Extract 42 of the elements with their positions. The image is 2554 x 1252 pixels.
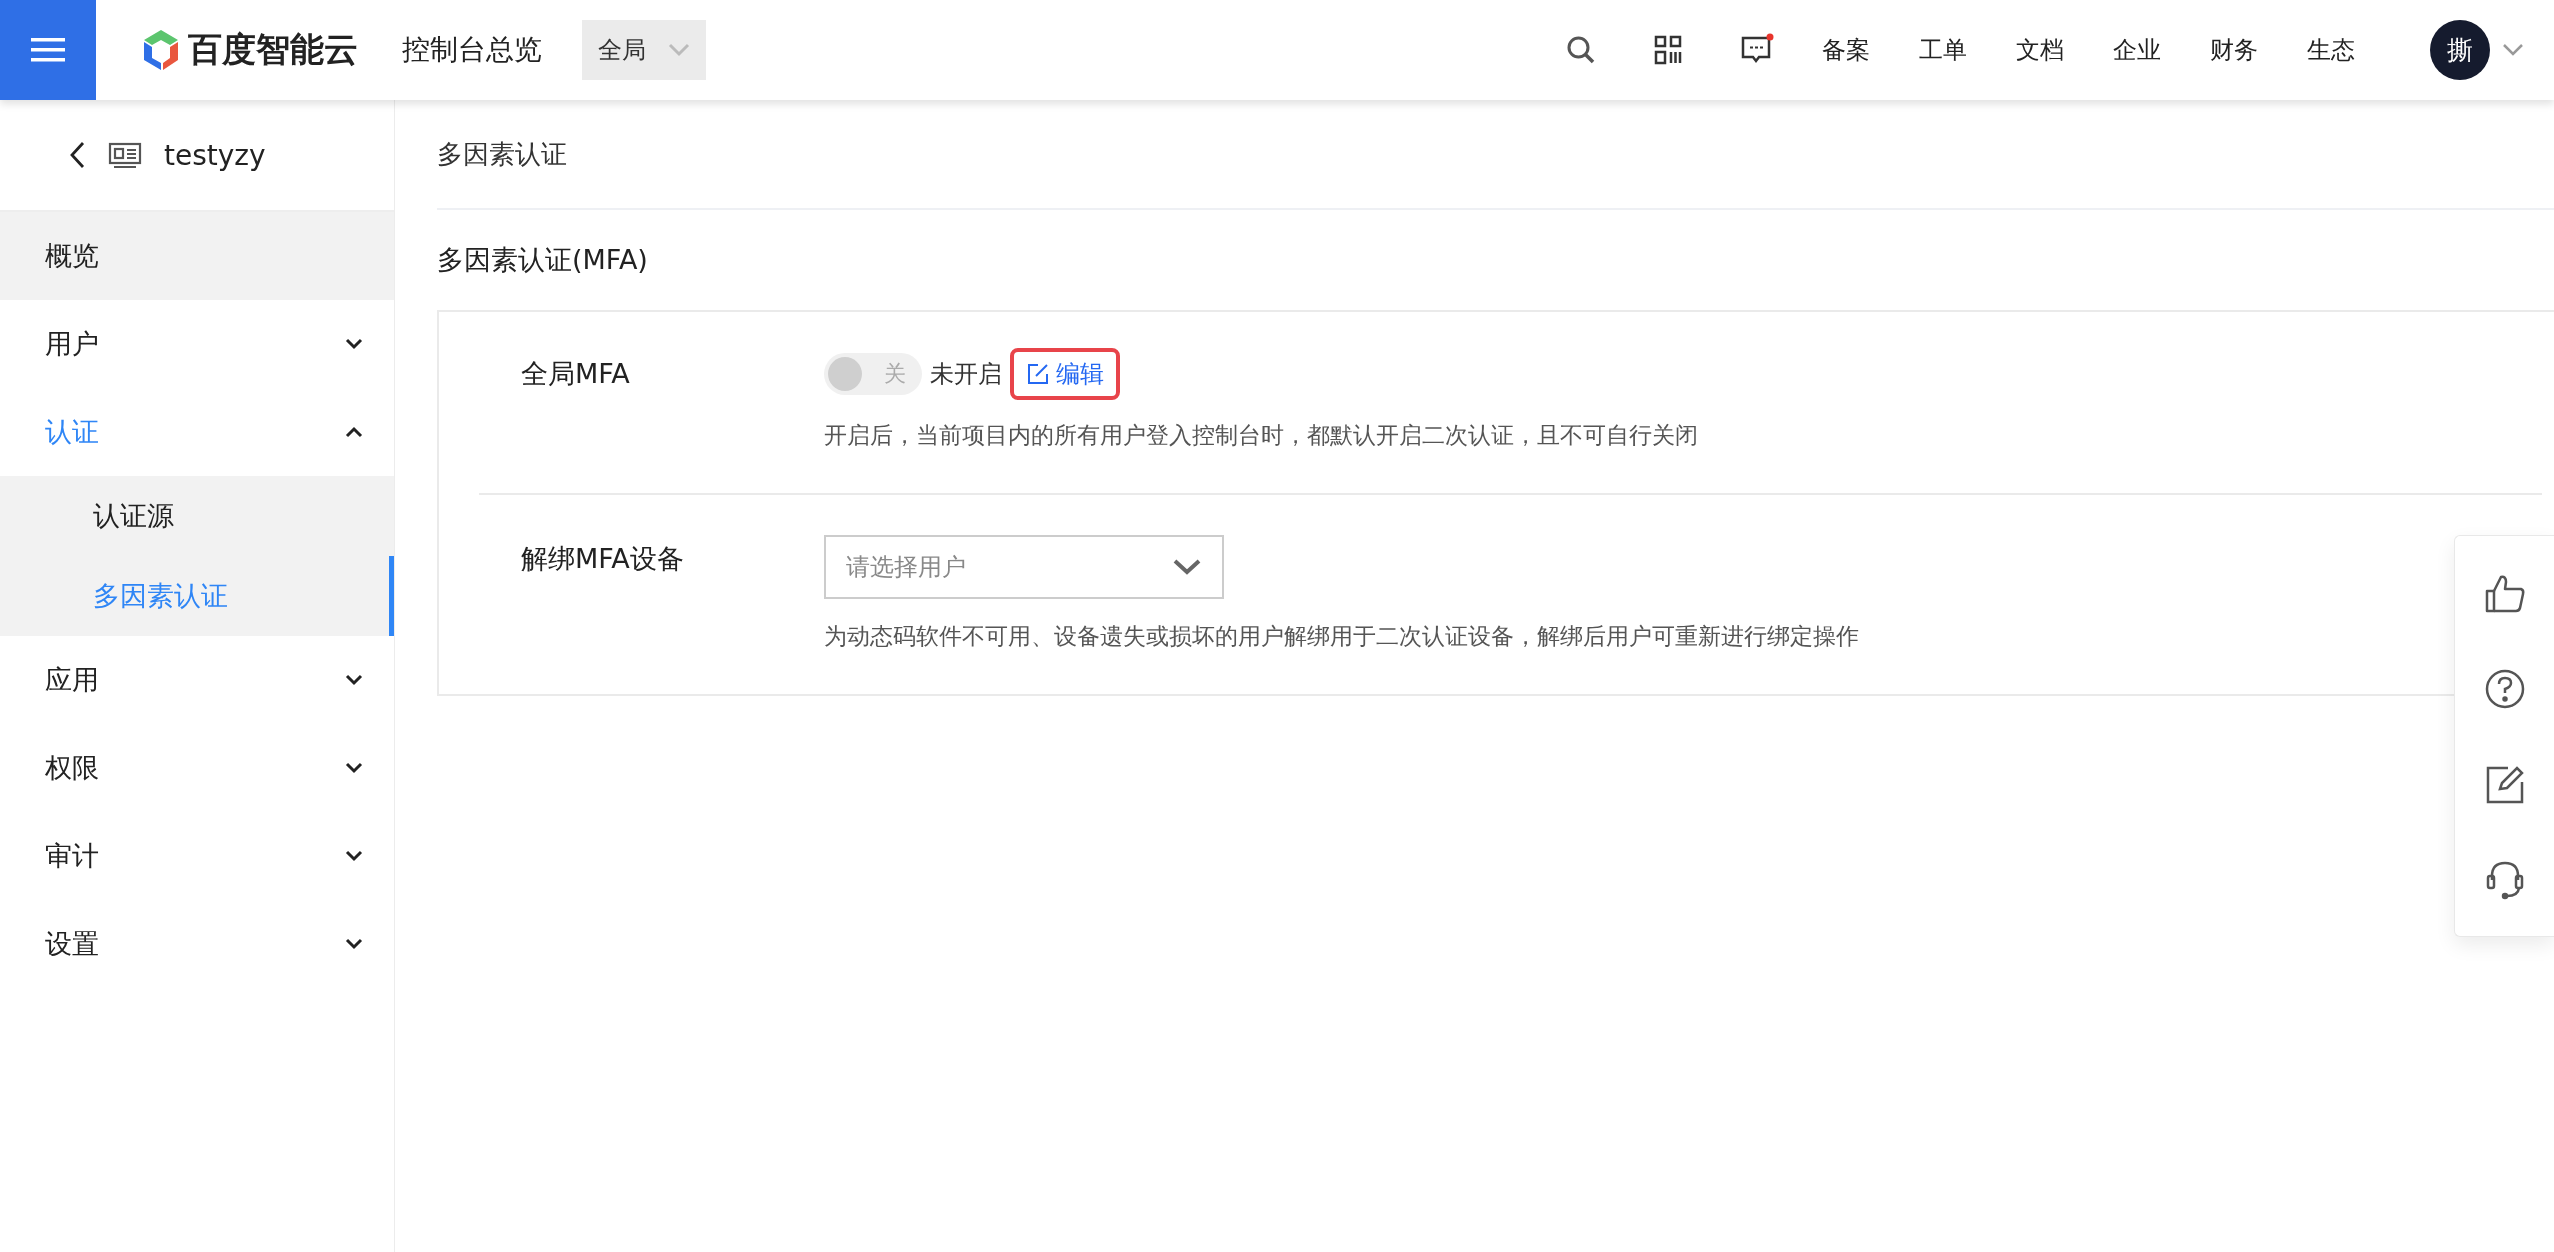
section-title: 多因素认证(MFA) (437, 243, 649, 277)
qr-code-icon (1654, 35, 1682, 65)
nav-link[interactable]: 备案 (1822, 34, 1870, 66)
nav-link[interactable]: 文档 (2016, 34, 2064, 66)
nav-link[interactable]: 生态 (2307, 34, 2355, 66)
help-icon (2483, 667, 2526, 710)
id-card-icon (108, 141, 142, 169)
sidebar-subitem[interactable]: 认证源 (0, 476, 394, 556)
edit-link[interactable]: 编辑 (1010, 348, 1120, 400)
project-name: testyzy (164, 138, 266, 172)
chevron-down-icon (668, 43, 690, 57)
chevron-down-icon[interactable] (2502, 43, 2524, 57)
search-button[interactable] (1566, 35, 1596, 65)
avatar[interactable]: 撕 (2430, 20, 2490, 80)
sidebar-item-label: 认证 (45, 415, 99, 449)
sidebar-item-label: 设置 (45, 927, 99, 961)
sidebar-item-label: 审计 (45, 839, 99, 873)
sidebar-item[interactable]: 概览 (0, 212, 394, 300)
hint-text: 开启后，当前项目内的所有用户登入控制台时，都默认开启二次认证，且不可自行关闭 (824, 421, 1698, 450)
nav-link[interactable]: 企业 (2113, 34, 2161, 66)
user-select[interactable]: 请选择用户 (824, 535, 1224, 599)
nav-link[interactable]: 财务 (2210, 34, 2258, 66)
search-icon (1566, 35, 1596, 65)
hint-text: 为动态码软件不可用、设备遗失或损坏的用户解绑用于二次认证设备，解绑后用户可重新进行绑定操作 (824, 622, 1859, 651)
menu-button[interactable] (0, 0, 96, 100)
qr-code-button[interactable] (1654, 35, 1682, 65)
nav-link[interactable]: 工单 (1919, 34, 1967, 66)
help-button[interactable] (2483, 667, 2526, 710)
sidebar-item-label: 用户 (45, 327, 99, 361)
sidebar-item-label: 概览 (45, 239, 99, 273)
field-label: 解绑MFA设备 (520, 542, 685, 576)
field-label: 全局MFA (520, 357, 631, 391)
page-title: 多因素认证 (437, 100, 2554, 210)
chevron-down-icon (1172, 558, 1202, 576)
brand-name: 百度智能云 (188, 28, 358, 71)
status-text: 未开启 (930, 359, 1002, 390)
edit-icon (1026, 362, 1050, 386)
console-title[interactable]: 控制台总览 (402, 31, 542, 69)
sidebar-item-label: 权限 (45, 751, 99, 785)
menu-icon (31, 36, 65, 64)
sidebar-item-label: 应用 (45, 663, 99, 697)
scope-dropdown[interactable]: 全局 (582, 20, 706, 80)
